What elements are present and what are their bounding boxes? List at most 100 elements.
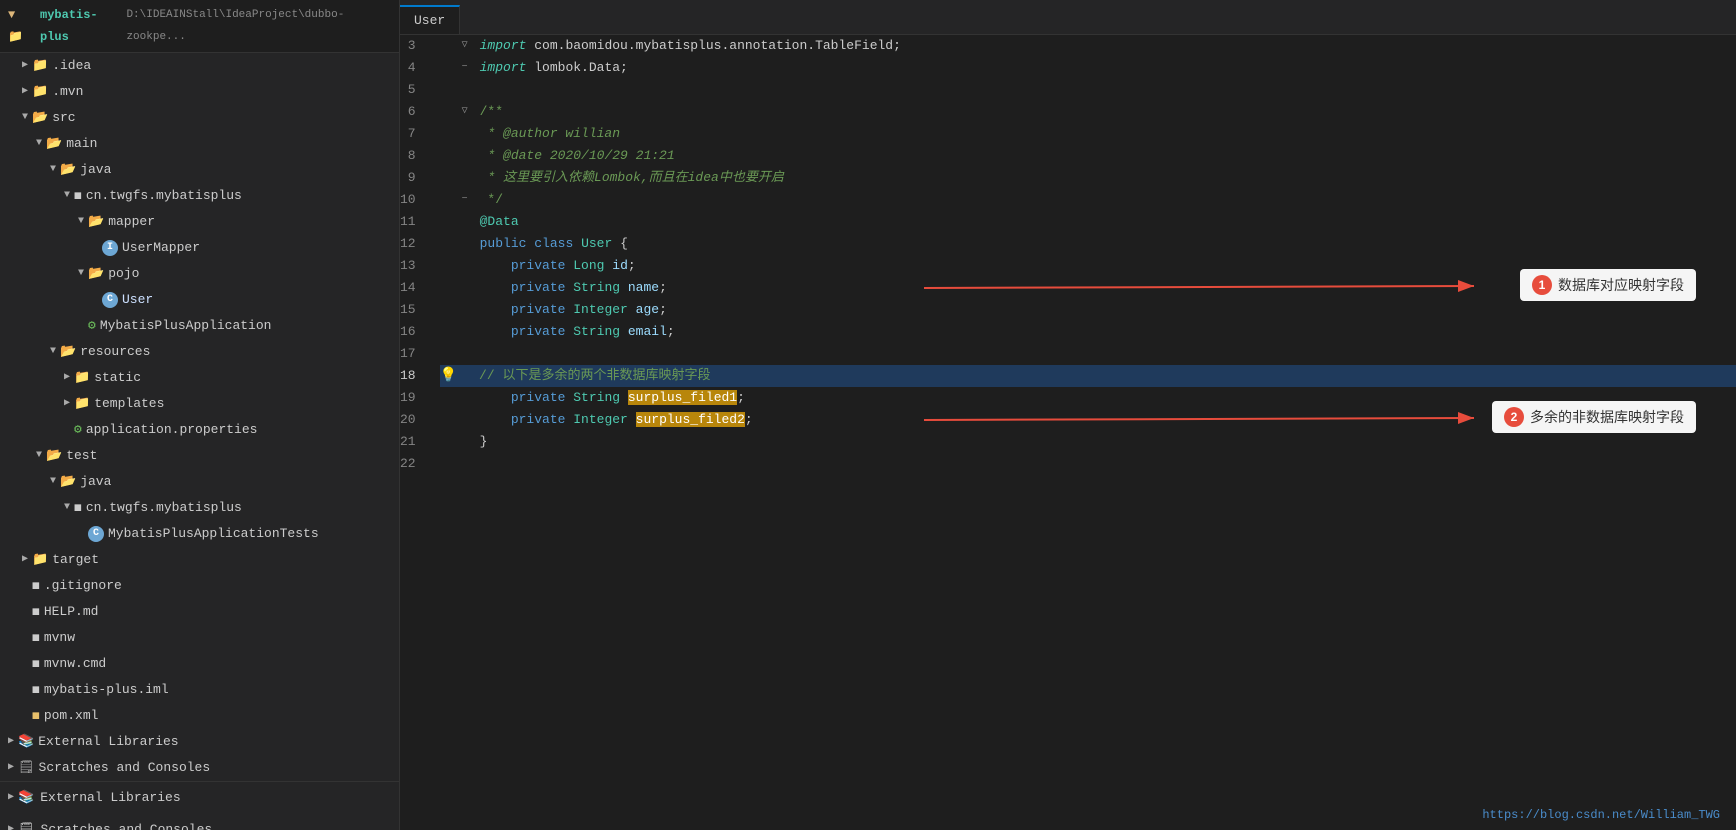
- tree-item-pkg-main[interactable]: ▼◼cn.twgfs.mybatisplus: [0, 183, 399, 209]
- tree-item-pom[interactable]: ◼pom.xml: [0, 703, 399, 729]
- fold-icon-10[interactable]: −: [462, 189, 476, 211]
- tree-icon-AppTests: C: [88, 526, 104, 542]
- code-line-13[interactable]: private Long id;: [440, 255, 1736, 277]
- code-line-20[interactable]: private Integer surplus_filed2;: [440, 409, 1736, 431]
- line-num-7: 7: [400, 123, 424, 145]
- fold-icon-6[interactable]: ▽: [462, 101, 476, 123]
- tree-icon-idea: 📁: [32, 55, 48, 77]
- tree-label-java-test: java: [80, 471, 111, 493]
- code-line-19[interactable]: private String surplus_filed1;: [440, 387, 1736, 409]
- tree-item-User[interactable]: CUser: [0, 287, 399, 313]
- code-content-7: * @author willian: [480, 123, 620, 145]
- tree-icon-java-main: 📂: [60, 159, 76, 181]
- tree-icon-java-test: 📂: [60, 471, 76, 493]
- external-libraries-arrow: ▶: [8, 786, 14, 810]
- code-line-15[interactable]: private Integer age;: [440, 299, 1736, 321]
- tab-user[interactable]: User: [400, 5, 460, 34]
- tree-icon-mvn: 📁: [32, 81, 48, 103]
- code-line-8[interactable]: * @date 2020/10/29 21:21: [440, 145, 1736, 167]
- tree-item-HELP[interactable]: ◼HELP.md: [0, 599, 399, 625]
- code-line-17[interactable]: [440, 343, 1736, 365]
- code-line-12[interactable]: public class User {: [440, 233, 1736, 255]
- code-line-22[interactable]: [440, 453, 1736, 475]
- code-content-3: import com.baomidou.mybatisplus.annotati…: [480, 35, 901, 57]
- tree-arrow-java-test: ▼: [46, 471, 60, 493]
- tree-item-java-main[interactable]: ▼📂java: [0, 157, 399, 183]
- project-name[interactable]: mybatis-plus: [40, 4, 122, 48]
- bulb-icon[interactable]: 💡: [440, 365, 457, 387]
- external-libraries-item[interactable]: ▶ 📚 External Libraries: [0, 782, 399, 814]
- line-num-16: 16: [400, 321, 424, 343]
- tree-icon-mvnw: ◼: [32, 627, 40, 649]
- fold-icon-4[interactable]: −: [462, 57, 476, 79]
- tree-item-extlibs[interactable]: ▶📚External Libraries: [0, 729, 399, 755]
- code-line-6[interactable]: ▽/**: [440, 101, 1736, 123]
- tree-item-mvn[interactable]: ▶📁.mvn: [0, 79, 399, 105]
- tree-item-target[interactable]: ▶📁target: [0, 547, 399, 573]
- tree-item-mvnw[interactable]: ◼mvnw: [0, 625, 399, 651]
- tree-item-idea[interactable]: ▶📁.idea: [0, 53, 399, 79]
- tree-label-static: static: [94, 367, 141, 389]
- code-lines: ▽import com.baomidou.mybatisplus.annotat…: [440, 35, 1736, 475]
- code-content-15: private Integer age;: [480, 299, 667, 321]
- tree-item-AppTests[interactable]: CMybatisPlusApplicationTests: [0, 521, 399, 547]
- tree-item-MybatisPlusApp[interactable]: ⚙MybatisPlusApplication: [0, 313, 399, 339]
- code-content-20: private Integer surplus_filed2;: [480, 409, 753, 431]
- tree-label-templates: templates: [94, 393, 164, 415]
- tree-icon-MybatisPlusApp: ⚙: [88, 315, 96, 337]
- tree-item-src[interactable]: ▼📂src: [0, 105, 399, 131]
- tree-label-AppTests: MybatisPlusApplicationTests: [108, 523, 319, 545]
- code-line-21[interactable]: }: [440, 431, 1736, 453]
- code-line-18[interactable]: 💡 // 以下是多余的两个非数据库映射字段: [440, 365, 1736, 387]
- line-num-12: 12: [400, 233, 424, 255]
- code-line-10[interactable]: − */: [440, 189, 1736, 211]
- code-line-5[interactable]: [440, 79, 1736, 101]
- code-content-18: // 以下是多余的两个非数据库映射字段: [479, 365, 710, 387]
- code-line-9[interactable]: * 这里要引入依赖Lombok,而且在idea中也要开启: [440, 167, 1736, 189]
- code-line-3[interactable]: ▽import com.baomidou.mybatisplus.annotat…: [440, 35, 1736, 57]
- line-num-14: 14: [400, 277, 424, 299]
- external-libraries-icon: 📚: [18, 786, 34, 810]
- tree-item-pkg-test[interactable]: ▼◼cn.twgfs.mybatisplus: [0, 495, 399, 521]
- tree-label-test: test: [66, 445, 97, 467]
- tree-arrow-pojo: ▼: [74, 263, 88, 285]
- editor-content[interactable]: 345678910111213141516171819202122 ▽impor…: [400, 35, 1736, 830]
- tree-label-resources: resources: [80, 341, 150, 363]
- tree-item-static[interactable]: ▶📁static: [0, 365, 399, 391]
- tree-item-pojo[interactable]: ▼📂pojo: [0, 261, 399, 287]
- sidebar-header: ▼ 📁 mybatis-plus D:\IDEAINStall\IdeaProj…: [0, 0, 399, 53]
- fold-icon-3[interactable]: ▽: [462, 35, 476, 57]
- tree-item-mvnwcmd[interactable]: ◼mvnw.cmd: [0, 651, 399, 677]
- tree-icon-HELP: ◼: [32, 601, 40, 623]
- tree-item-mybatisplus-iml[interactable]: ◼mybatis-plus.iml: [0, 677, 399, 703]
- tree-icon-target: 📁: [32, 549, 48, 571]
- code-line-14[interactable]: private String name;: [440, 277, 1736, 299]
- code-content-8: * @date 2020/10/29 21:21: [480, 145, 675, 167]
- tree-item-java-test[interactable]: ▼📂java: [0, 469, 399, 495]
- tree-arrow-pkg-test: ▼: [60, 497, 74, 519]
- tree-item-resources[interactable]: ▼📂resources: [0, 339, 399, 365]
- tree-icon-pom: ◼: [32, 705, 40, 727]
- tree-item-UserMapper[interactable]: IUserMapper: [0, 235, 399, 261]
- code-area[interactable]: ▽import com.baomidou.mybatisplus.annotat…: [424, 35, 1736, 830]
- scratches-arrow: ▶: [8, 818, 14, 830]
- line-num-9: 9: [400, 167, 424, 189]
- tree-item-main[interactable]: ▼📂main: [0, 131, 399, 157]
- tree-item-test[interactable]: ▼📂test: [0, 443, 399, 469]
- code-line-11[interactable]: @Data: [440, 211, 1736, 233]
- tree-item-templates[interactable]: ▶📁templates: [0, 391, 399, 417]
- code-line-4[interactable]: −import lombok.Data;: [440, 57, 1736, 79]
- tree-item-appprops[interactable]: ⚙application.properties: [0, 417, 399, 443]
- tree-arrow-idea: ▶: [18, 55, 32, 77]
- code-content-10: */: [480, 189, 503, 211]
- code-line-16[interactable]: private String email;: [440, 321, 1736, 343]
- editor-footer: https://blog.csdn.net/William_TWG: [1482, 808, 1720, 822]
- tree-item-mapper[interactable]: ▼📂mapper: [0, 209, 399, 235]
- line-num-13: 13: [400, 255, 424, 277]
- tree-label-main: main: [66, 133, 97, 155]
- code-line-7[interactable]: * @author willian: [440, 123, 1736, 145]
- tree-item-gitignore[interactable]: ◼.gitignore: [0, 573, 399, 599]
- scratches-consoles-item[interactable]: ▶ 🗒 Scratches and Consoles: [0, 814, 399, 830]
- tree-item-scratches[interactable]: ▶🗒Scratches and Consoles: [0, 755, 399, 781]
- line-num-4: 4: [400, 57, 424, 79]
